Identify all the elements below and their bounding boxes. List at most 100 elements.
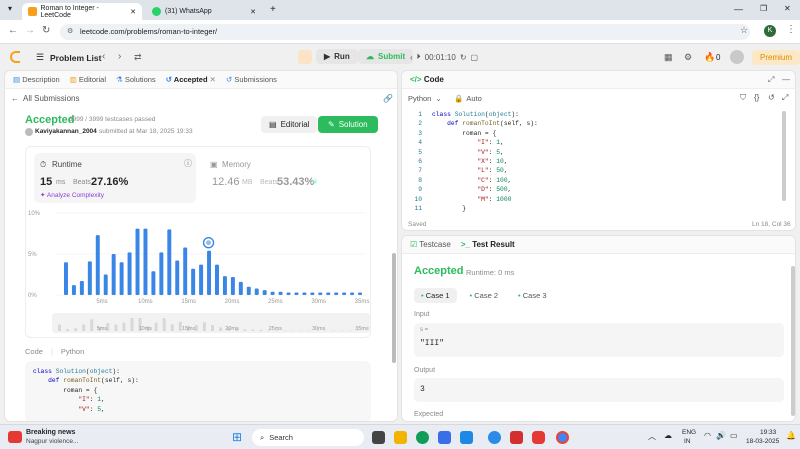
run-button[interactable]: ▶ Run [316,49,358,64]
tab-whatsapp[interactable]: (31) WhatsApp ✕ [146,3,262,20]
language-code[interactable]: ENG [682,429,696,436]
bar [87,261,92,295]
input-box[interactable]: s = "III" [414,323,784,357]
browser-menu-icon[interactable]: ⋮ [786,24,796,35]
show-hidden-icons[interactable]: ︿ [648,431,656,442]
tab-leetcode[interactable]: Roman to Integer - LeetCode ✕ [22,3,142,20]
auto-mode[interactable]: 🔒 Auto [454,94,482,103]
minimize-icon[interactable]: — [734,4,743,14]
case-tab-2[interactable]: • Case 2 [463,288,506,303]
case-tab-1[interactable]: • Case 1 [414,288,457,303]
note-icon[interactable]: ▢ [471,53,479,62]
reload-icon[interactable]: ↻ [42,25,50,36]
all-submissions-link[interactable]: ← All Submissions [11,94,79,103]
analyze-complexity-link[interactable]: ✦ Analyze Complexity [40,191,104,199]
prev-problem-icon[interactable]: ‹ [102,51,105,62]
minimize-panel-icon[interactable]: — [782,75,790,84]
result-scrollbar[interactable] [791,266,795,416]
close-tab-icon[interactable]: ✕ [210,75,216,84]
editor-scrollbar[interactable] [782,111,786,201]
tab-testcase[interactable]: ☑ Testcase [410,240,451,249]
volume-icon[interactable]: 🔊 [716,431,726,440]
forward-icon[interactable]: → [25,25,35,36]
code-line: 3 roman = { [418,129,497,137]
youtube-icon[interactable] [532,431,545,444]
reset-code-icon[interactable]: ↺ [768,93,775,102]
back-icon[interactable]: ← [8,25,18,36]
format-braces-icon[interactable]: {} [754,93,759,102]
profile-avatar[interactable]: K [764,25,776,37]
problem-list-link[interactable]: Problem List [50,53,101,63]
task-view-icon[interactable] [372,431,385,444]
mcafee-icon[interactable] [510,431,523,444]
submission-status: Accepted [25,114,75,126]
tab-solutions[interactable]: ⚗ Solutions [116,75,156,84]
share-link-icon[interactable]: 🔗 [383,94,393,103]
layout-icon[interactable]: ▦ [664,52,673,63]
timer-collapse-icon[interactable]: ‹ [410,53,413,62]
close-window-icon[interactable]: ✕ [784,4,791,13]
debug-icon[interactable] [298,50,312,64]
submitted-code-block[interactable]: class Solution(object): def romanToInt(s… [25,361,371,421]
notifications-bell-icon[interactable]: 🔔 [786,431,796,440]
streak-flame-icon[interactable]: 🔥 [704,52,715,63]
tab-accepted[interactable]: ↺ Accepted ✕ [166,75,216,84]
timer-reset-icon[interactable]: ↻ [460,53,467,62]
editor-code-area[interactable]: 1 class Solution(object): 2 def romanToIn… [410,110,537,213]
wifi-icon[interactable]: ◠ [704,431,711,440]
case-label: Case 2 [474,291,498,300]
chrome-icon[interactable] [556,431,569,444]
runtime-card[interactable]: ⏱ Runtime ⓘ 15 ms Beats 27.16% ✦ Analyze… [34,153,196,203]
close-tab-icon[interactable]: ✕ [130,8,136,16]
expand-icon[interactable]: ⤢ [768,75,774,85]
solution-button[interactable]: ✎ Solution [318,116,378,133]
output-box[interactable]: 3 [414,378,784,402]
fullscreen-icon[interactable]: ⤢ [782,93,788,103]
cloud-icon[interactable]: ☁ [664,431,672,440]
windows-start-icon[interactable]: ⊞ [232,431,242,443]
file-explorer-icon[interactable] [394,431,407,444]
memory-card[interactable]: ▣ Memory 12.46 MB Beats 53.43% ❦ [204,153,366,203]
left-panel-scrollbar[interactable] [392,253,396,363]
bar [222,276,227,295]
news-title[interactable]: Breaking news [26,429,75,436]
language-select[interactable]: Python ⌄ [408,94,442,103]
store-icon[interactable] [438,431,451,444]
edge-browser-icon[interactable] [416,431,429,444]
leetcode-logo-icon[interactable] [10,51,20,63]
mini-x-tick-label: 30ms [312,326,326,332]
submitter-name[interactable]: Kaviyakannan_2004 [35,128,97,135]
maximize-icon[interactable]: ❐ [760,4,767,13]
mail-icon[interactable] [460,431,473,444]
bookmark-star-icon[interactable]: ☆ [740,25,748,36]
user-avatar[interactable] [730,50,744,64]
shuffle-icon[interactable]: ⇄ [134,52,142,63]
editorial-button[interactable]: ▤ Editorial [261,116,318,133]
tab-editorial[interactable]: ▥ Editorial [70,75,106,84]
tab-description[interactable]: ▤ Description [13,75,60,84]
tab-submissions[interactable]: ↺ Submissions [226,75,277,84]
tab-code[interactable]: </> Code [410,75,444,84]
tab-test-result[interactable]: >_ Test Result [461,240,515,249]
bookmark-icon[interactable]: ⛉ [740,93,746,103]
pass-dot-icon: • [469,291,473,300]
close-tab-icon[interactable]: ✕ [250,8,256,16]
next-problem-icon[interactable]: › [118,51,121,62]
mini-bar [219,327,223,331]
news-widget-icon[interactable] [8,431,22,443]
new-tab-icon[interactable]: + [270,4,276,15]
paint-icon[interactable] [488,431,501,444]
battery-icon[interactable]: ▭ [730,431,738,440]
timer[interactable]: ‹ ⏵ 00:01:10 ↻ ▢ [410,52,478,62]
info-icon[interactable]: ⓘ [184,158,192,169]
premium-button[interactable]: Premium [752,50,800,65]
clock-time[interactable]: 19:33 [760,429,776,436]
submit-button[interactable]: ☁ Submit [358,49,414,64]
site-info-icon[interactable]: ⚙ [67,24,73,40]
case-tab-3[interactable]: • Case 3 [511,288,554,303]
runtime-distribution-chart[interactable]: 10% 5% 0% 5ms 10ms 15ms 20ms 25ms 30ms 35ms 5ms 10m… [26,207,372,337]
settings-gear-icon[interactable]: ⚙ [684,52,692,63]
url-field[interactable]: ⚙ leetcode.com/problems/roman-to-integer… [60,24,750,40]
tab-search-icon[interactable]: ▾ [8,4,12,13]
taskbar-search[interactable]: ⌕ Search [252,429,364,446]
